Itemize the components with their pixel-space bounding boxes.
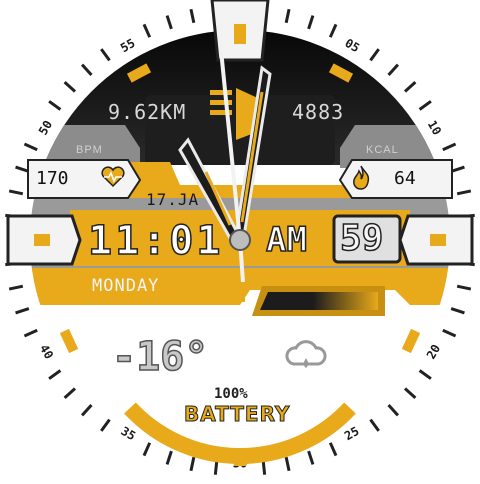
center-pin (229, 229, 251, 251)
battery-percent: 100% (214, 386, 248, 402)
date-text: 17.JA (146, 190, 200, 209)
kcal-label: KCAL (366, 144, 399, 156)
bezel-tick (261, 460, 267, 475)
cloud-rain-icon (284, 336, 328, 376)
bpm-value: 170 (36, 168, 69, 189)
time-ampm: AM (265, 219, 307, 261)
kcal-value: 64 (394, 168, 416, 189)
day-of-week: MONDAY (92, 276, 160, 296)
bezel-tick (213, 460, 219, 475)
distance-value: 9.62KM (108, 100, 187, 124)
steps-value: 4883 (292, 100, 345, 124)
battery-label: BATTERY (183, 402, 291, 427)
time-hour-minute: 11:01 (87, 217, 224, 265)
bpm-label: BPM (76, 144, 103, 156)
temperature-value: -16° (111, 333, 209, 381)
time-seconds: 59 (339, 217, 384, 260)
flame-icon (350, 164, 372, 190)
heart-pulse-icon (100, 166, 126, 188)
watch-face: 000510152025303540455055 (0, 0, 480, 480)
